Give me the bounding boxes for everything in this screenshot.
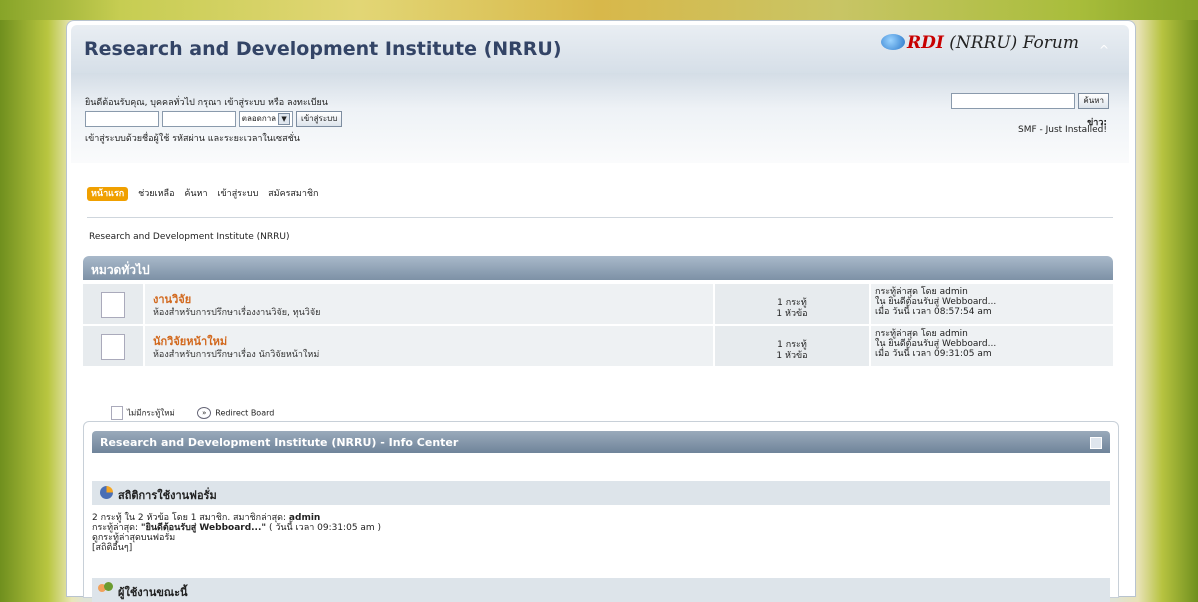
password-input[interactable]	[161, 111, 236, 127]
username-input[interactable]	[85, 111, 159, 127]
stats-line: กระทู้ล่าสุด: "ยินดีต้อนรับสู่ Webboard.…	[92, 524, 381, 533]
latest-post-link[interactable]: "ยินดีต้อนรับสู่ Webboard..."	[141, 523, 266, 533]
search-input[interactable]	[951, 93, 1075, 109]
board-main: งานวิจัย ห้องสำหรับการปรึกษาเรื่องงานวิจ…	[145, 284, 713, 324]
last-post-time: เมื่อ วันนี้ เวลา 09:31:05 am	[875, 349, 992, 359]
users-icon	[98, 582, 114, 596]
board-row: งานวิจัย ห้องสำหรับการปรึกษาเรื่องงานวิจ…	[83, 284, 1113, 324]
login-form: ตลอดกาล ▼ เข้าสู่ระบบ	[85, 111, 343, 127]
login-button[interactable]: เข้าสู่ระบบ	[295, 111, 343, 127]
board-row: นักวิจัยหน้าใหม่ ห้องสำหรับการปรึกษาเรื่…	[83, 326, 1113, 366]
board-icon	[83, 326, 143, 366]
latest-member-link[interactable]: admin	[289, 513, 320, 523]
recent-posts-link[interactable]: ดูกระทู้ล่าสุดบนฟอรั่ม	[92, 534, 175, 543]
pie-chart-icon	[100, 486, 113, 499]
divider	[87, 217, 1113, 218]
header: Research and Development Institute (NRRU…	[71, 25, 1129, 73]
online-header: ผู้ใช้งานขณะนี้	[92, 578, 1110, 602]
forum-frame: Research and Development Institute (NRRU…	[66, 20, 1136, 602]
main-menu: หน้าแรก ช่วยเหลือ ค้นหา เข้าสู่ระบบ สมัค…	[87, 186, 325, 201]
board-main: นักวิจัยหน้าใหม่ ห้องสำหรับการปรึกษาเรื่…	[145, 326, 713, 366]
news-text: SMF - Just Installed!	[1017, 125, 1107, 135]
last-post-in[interactable]: ใน ยินดีต้อนรับสู่ Webboard...	[875, 298, 996, 307]
board-legend: ไม่มีกระทู้ใหม่ » Redirect Board	[111, 406, 274, 420]
stats-header: สถิติการใช้งานฟอรั่ม	[92, 481, 1110, 505]
board-description: ห้องสำหรับการปรึกษาเรื่องงานวิจัย, ทุนวิ…	[153, 308, 321, 318]
board-icon	[83, 284, 143, 324]
board-topics: 1 หัวข้อ	[776, 309, 808, 319]
collapse-toggle-icon[interactable]	[1090, 437, 1102, 449]
search-button[interactable]: ค้นหา	[1078, 93, 1109, 109]
category-header: หมวดทั่วไป	[83, 256, 1113, 280]
stats-line: 2 กระทู้ ใน 2 หัวข้อ โดย 1 สมาชิก. สมาชิ…	[92, 514, 320, 523]
site-title[interactable]: Research and Development Institute (NRRU…	[84, 38, 562, 60]
legend-no-new: ไม่มีกระทู้ใหม่	[127, 408, 175, 418]
forum-logo: RDI (NRRU) Forum	[880, 33, 1079, 53]
info-center-header: Research and Development Institute (NRRU…	[92, 431, 1110, 453]
session-length-select[interactable]: ตลอดกาล ▼	[238, 111, 294, 127]
login-note: เข้าสู่ระบบด้วยชื่อผู้ใช้ รหัสผ่าน และระ…	[85, 134, 300, 144]
stats-text: 2 กระทู้ ใน 2 หัวข้อ โดย 1 สมาชิก. สมาชิ…	[92, 513, 287, 523]
last-post-in[interactable]: ใน ยินดีต้อนรับสู่ Webboard...	[875, 340, 996, 349]
session-length-value: ตลอดกาล	[241, 114, 277, 123]
stats-text: ( วันนี้ เวลา 09:31:05 am )	[268, 523, 382, 533]
category-title[interactable]: หมวดทั่วไป	[91, 261, 150, 280]
info-center-title: Research and Development Institute (NRRU…	[100, 436, 459, 449]
board-stats: 1 กระทู้ 1 หัวข้อ	[715, 326, 869, 366]
breadcrumb[interactable]: Research and Development Institute (NRRU…	[89, 232, 289, 242]
background-banner	[0, 0, 1198, 20]
logo-text: (NRRU) Forum	[949, 33, 1079, 53]
no-new-posts-icon	[96, 289, 125, 318]
no-new-posts-icon	[111, 406, 123, 420]
stats-text: กระทู้ล่าสุด:	[92, 523, 138, 533]
collapse-header-icon[interactable]: ^	[1097, 43, 1111, 57]
board-description: ห้องสำหรับการปรึกษาเรื่อง นักวิจัยหน้าให…	[153, 350, 320, 360]
legend-redirect: Redirect Board	[215, 408, 275, 418]
menu-register[interactable]: สมัครสมาชิก	[268, 189, 318, 199]
last-post-time: เมื่อ วันนี้ เวลา 08:57:54 am	[875, 307, 992, 317]
welcome-text: ยินดีต้อนรับคุณ, บุคคลทั่วไป กรุณา เข้าส…	[85, 98, 328, 108]
user-bar: ยินดีต้อนรับคุณ, บุคคลทั่วไป กรุณา เข้าส…	[71, 73, 1129, 163]
menu-login[interactable]: เข้าสู่ระบบ	[217, 189, 258, 199]
logo-brand: RDI	[906, 33, 944, 53]
online-heading: ผู้ใช้งานขณะนี้	[118, 586, 188, 599]
menu-home[interactable]: หน้าแรก	[87, 187, 129, 201]
board-last-post: กระทู้ล่าสุด โดย admin ใน ยินดีต้อนรับสู…	[871, 326, 1113, 366]
stats-heading: สถิติการใช้งานฟอรั่ม	[118, 489, 217, 502]
last-post-by[interactable]: กระทู้ล่าสุด โดย admin	[875, 330, 968, 339]
globe-icon	[880, 34, 905, 50]
info-center: Research and Development Institute (NRRU…	[83, 421, 1119, 602]
more-stats-link[interactable]: [สถิติอื่นๆ]	[92, 544, 132, 553]
redirect-icon: »	[197, 407, 212, 419]
chevron-down-icon: ▼	[278, 113, 291, 125]
last-post-by[interactable]: กระทู้ล่าสุด โดย admin	[875, 288, 968, 297]
menu-search[interactable]: ค้นหา	[184, 189, 207, 199]
board-stats: 1 กระทู้ 1 หัวข้อ	[715, 284, 869, 324]
board-topics: 1 หัวข้อ	[776, 351, 808, 361]
no-new-posts-icon	[96, 331, 125, 360]
board-last-post: กระทู้ล่าสุด โดย admin ใน ยินดีต้อนรับสู…	[871, 284, 1113, 324]
menu-help[interactable]: ช่วยเหลือ	[138, 189, 174, 199]
